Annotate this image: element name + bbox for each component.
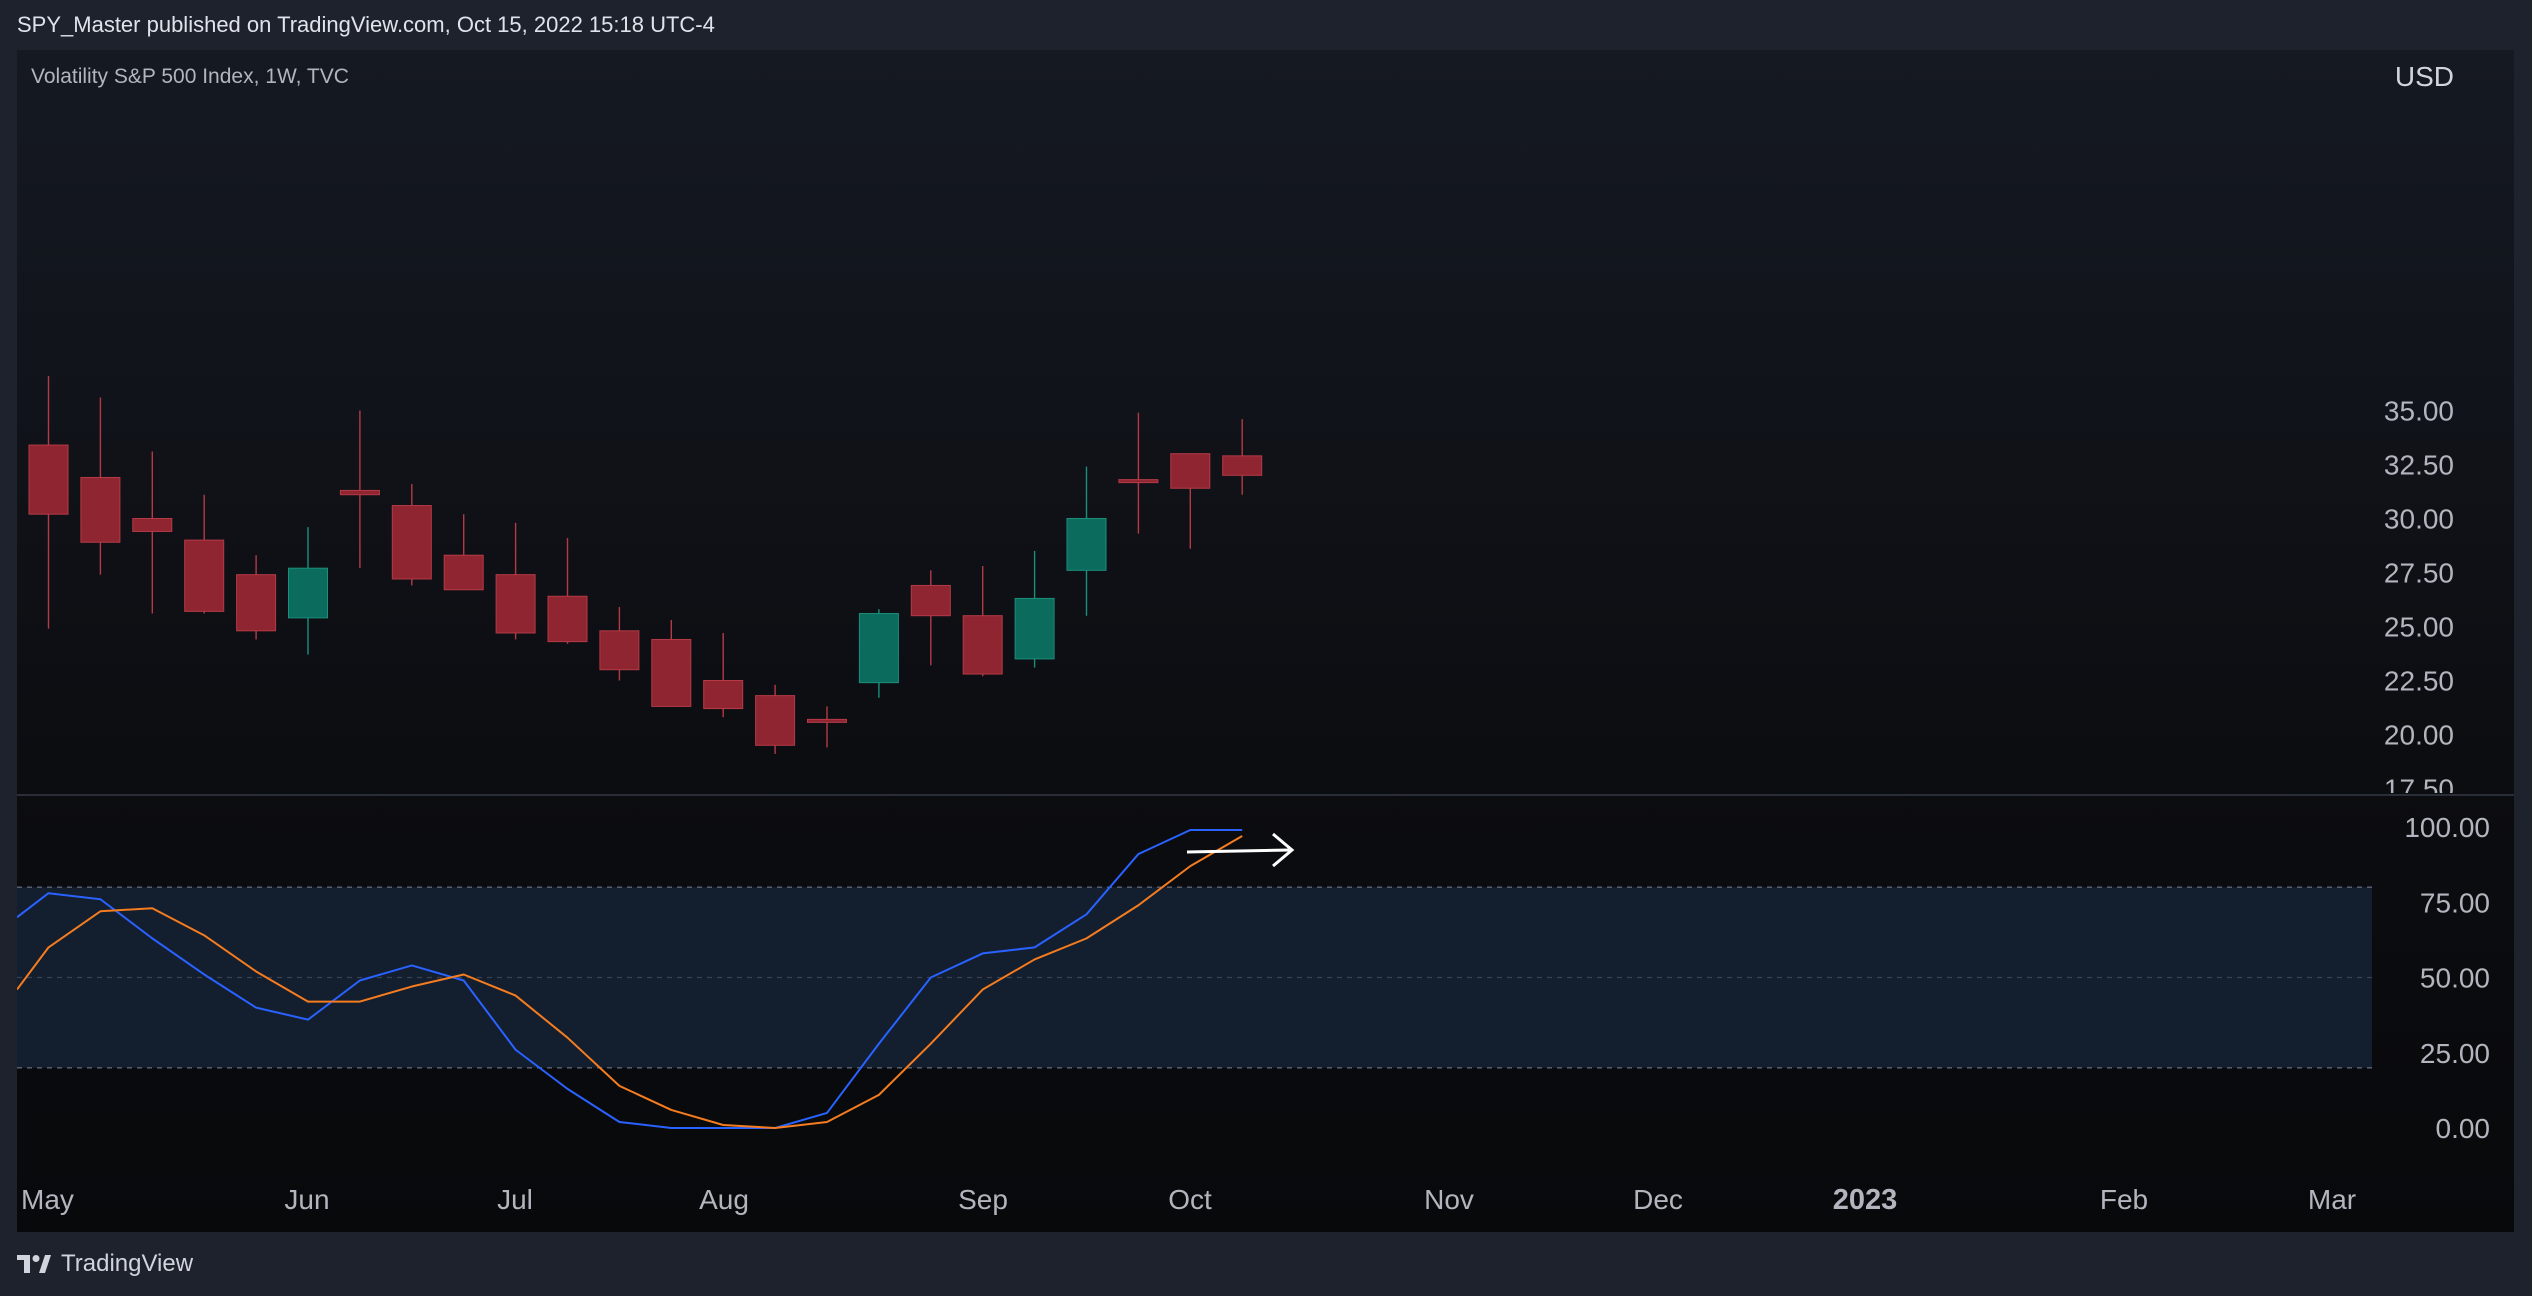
price-axis[interactable]: 35.00 32.50 30.00 27.50 25.00 22.50 20.00 17.50 [2384,396,2454,805]
candle-body[interactable] [599,630,640,671]
oscillator-axis-label: 50.00 [2420,963,2490,994]
candle-bodies [28,444,1263,746]
arrow-shaft [1186,848,1291,854]
time-axis[interactable]: May Jun Jul Aug Sep Oct Nov Dec 2023 Feb Mar [21,1184,2356,1216]
candle-body[interactable] [391,505,432,580]
tradingview-logo-icon [17,1255,51,1273]
footer-bar: TradingView [0,1232,2532,1296]
time-axis-label: Sep [958,1184,1008,1215]
published-line: SPY_Master published on TradingView.com,… [17,12,715,37]
price-axis-label: 20.00 [2384,720,2454,751]
candle-body[interactable] [703,680,744,710]
candle-body[interactable] [962,615,1003,675]
candle-body[interactable] [651,638,692,707]
candle-body[interactable] [1118,479,1159,484]
time-axis-label: Dec [1633,1184,1683,1215]
price-axis-label: 22.50 [2384,666,2454,697]
price-axis-label: 32.50 [2384,450,2454,481]
time-axis-label: Jun [284,1184,329,1215]
candle-body[interactable] [910,584,951,617]
candle-body[interactable] [184,539,225,612]
candle-body[interactable] [495,574,536,634]
chart-frame[interactable]: Volatility S&P 500 Index, 1W, TVC USD 35… [17,50,2514,1232]
candle-body[interactable] [80,476,121,543]
price-axis-label: 25.00 [2384,612,2454,643]
candle-body[interactable] [858,613,899,684]
oscillator-axis-label: 100.00 [2404,812,2490,843]
logo-text: TradingView [61,1250,194,1277]
candle-body[interactable] [1014,597,1055,660]
price-axis-label: 35.00 [2384,396,2454,427]
time-axis-label: Aug [699,1184,749,1215]
currency-label: USD [2395,61,2454,92]
oscillator-axis-label: 0.00 [2436,1113,2491,1144]
price-pane[interactable]: Volatility S&P 500 Index, 1W, TVC USD 35… [28,61,2454,805]
candle-body[interactable] [1222,455,1263,476]
price-axis-label: 17.50 [2384,774,2454,805]
time-axis-label: Oct [1168,1184,1212,1215]
time-axis-label: 2023 [1833,1184,1898,1216]
price-axis-label: 30.00 [2384,504,2454,535]
tradingview-logo[interactable]: TradingView [17,1250,193,1278]
candle-body[interactable] [1066,518,1107,571]
time-axis-label: Mar [2308,1184,2356,1215]
candle-body[interactable] [339,489,380,496]
candle-body[interactable] [236,574,277,632]
oscillator-axis-label: 75.00 [2420,887,2490,918]
candle-wicks [47,375,1243,754]
candle-body[interactable] [807,718,847,723]
oscillator-pane[interactable]: 100.00 75.00 50.00 25.00 0.00 [17,812,2490,1144]
time-axis-label: Feb [2100,1184,2148,1215]
time-axis-label: Nov [1424,1184,1474,1215]
time-axis-label: Jul [497,1184,533,1215]
price-axis-label: 27.50 [2384,558,2454,589]
candle-body[interactable] [443,554,484,591]
oscillator-axis-label: 25.00 [2420,1038,2490,1069]
candle-body[interactable] [28,444,69,515]
candle-body[interactable] [547,595,588,643]
oscillator-axis[interactable]: 100.00 75.00 50.00 25.00 0.00 [2404,812,2490,1144]
symbol-label: Volatility S&P 500 Index, 1W, TVC [31,65,349,88]
publisher-bar: SPY_Master published on TradingView.com,… [0,0,2532,50]
candle-body[interactable] [288,567,328,619]
arrow-annotation[interactable] [1186,832,1295,868]
chart-canvas[interactable]: Volatility S&P 500 Index, 1W, TVC USD 35… [17,50,2514,1232]
candle-body[interactable] [755,695,796,746]
candle-body[interactable] [132,518,173,532]
time-axis-label: May [21,1184,74,1215]
candle-body[interactable] [1170,453,1211,489]
